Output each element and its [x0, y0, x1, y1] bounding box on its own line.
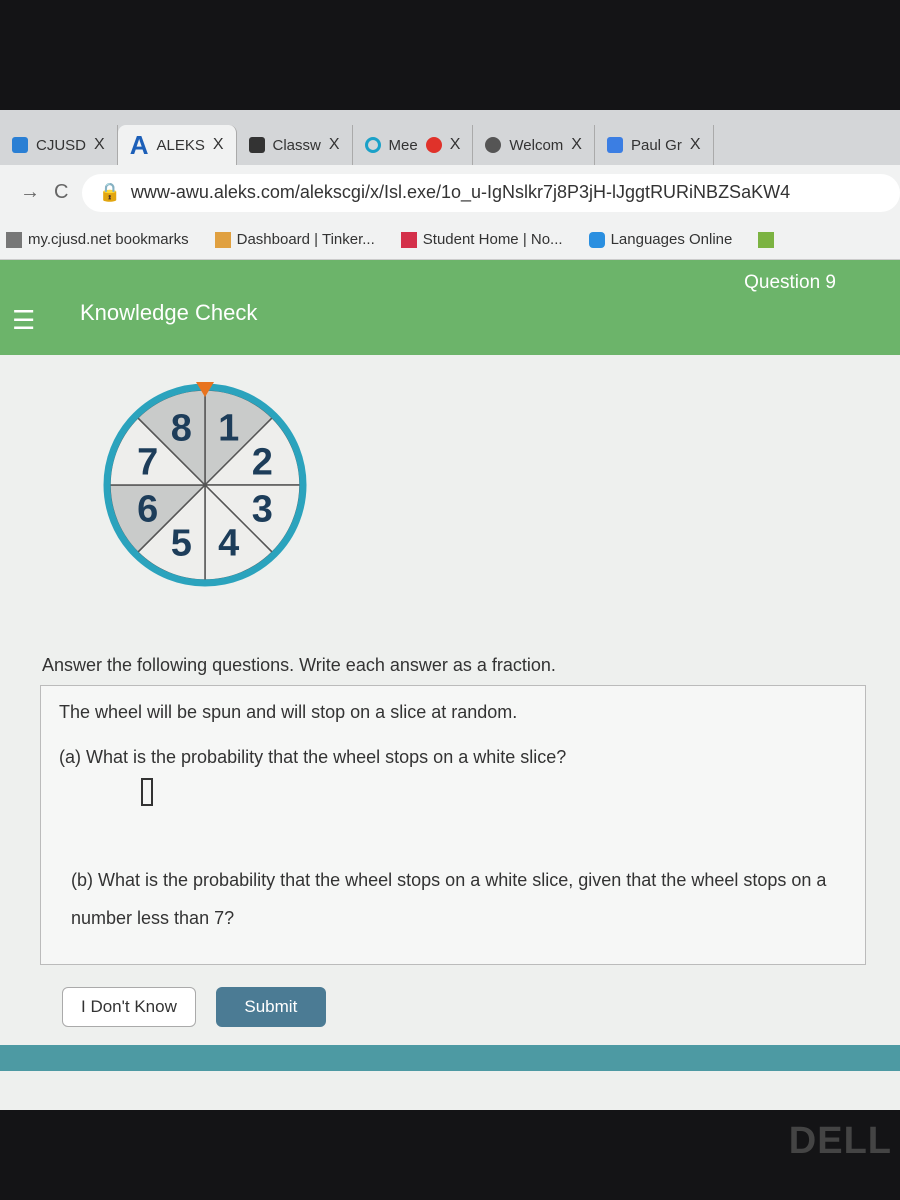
slice-number: 1 [218, 408, 239, 450]
globe-icon [485, 137, 502, 153]
close-icon[interactable]: X [213, 136, 224, 154]
duolingo-icon[interactable] [758, 231, 775, 248]
bookmark-label: my.cjusd.net bookmarks [28, 230, 189, 248]
tab-label: Mee [388, 136, 418, 154]
bookmark-label: Dashboard | Tinker... [236, 230, 375, 248]
chat-icon [588, 232, 605, 249]
docs-icon [606, 137, 623, 153]
close-icon[interactable]: X [94, 136, 105, 154]
bookmark-cjusd[interactable]: my.cjusd.net bookmarks [6, 230, 189, 249]
slice-number: 4 [218, 522, 239, 564]
tab-label: ALEKS [156, 136, 205, 154]
part-a-text: (a) What is the probability that the whe… [59, 747, 567, 767]
close-icon[interactable]: X [571, 136, 582, 154]
aleks-header: ☰ Knowledge Check Question 9 [0, 260, 900, 355]
tab-welcome[interactable]: Welcom X [473, 125, 595, 165]
folder-icon [6, 232, 22, 249]
slice-number: 5 [171, 522, 192, 564]
n-icon [400, 232, 417, 249]
close-icon[interactable]: X [690, 136, 701, 154]
submit-button[interactable]: Submit [215, 987, 326, 1027]
content: 12 3456 78 Answer the following questions.… [0, 355, 900, 1110]
forward-icon[interactable]: → [20, 181, 40, 204]
tab-aleks[interactable]: A ALEKS X [117, 125, 237, 165]
url-text: www-awu.aleks.com/alekscgi/x/Isl.exe/1o_… [130, 182, 791, 202]
bookmark-languages[interactable]: Languages Online [588, 230, 733, 249]
menu-icon[interactable]: ☰ [12, 305, 35, 336]
classroom-icon [248, 137, 265, 153]
aleks-icon: A [129, 129, 149, 160]
bookmark-label: Languages Online [610, 230, 733, 248]
tab-label: Paul Gr [630, 136, 682, 154]
close-icon[interactable]: X [329, 136, 340, 154]
question-box: The wheel will be spun and will stop on … [40, 685, 866, 965]
part-b-text: (b) What is the probability that the whe… [71, 870, 827, 928]
bookmark-student-home[interactable]: Student Home | No... [400, 230, 563, 249]
slice-number: 3 [252, 489, 273, 531]
tab-meet[interactable]: Mee X [353, 125, 474, 165]
question-number: Question 9 [744, 272, 836, 293]
cjusd-icon [12, 137, 28, 153]
slice-number: 7 [137, 441, 158, 483]
instructions: Answer the following questions. Write ea… [42, 655, 556, 675]
footer-bar [0, 1045, 900, 1071]
tinkercad-icon [214, 232, 231, 249]
screen: CJUSD X A ALEKS X Classw X Mee X Welcom X Paul… [0, 110, 900, 1110]
page-title: Knowledge Check [80, 300, 258, 325]
bookmarks-bar: my.cjusd.net bookmarks Dashboard | Tinke… [0, 220, 900, 260]
dell-logo: DELL [788, 1120, 892, 1162]
recording-icon [425, 137, 442, 153]
slice-number: 6 [137, 489, 158, 531]
meet-icon [364, 137, 381, 153]
tab-cjusd[interactable]: CJUSD X [0, 125, 118, 165]
slice-number: 2 [252, 441, 273, 483]
url-field[interactable]: 🔒 www-awu.aleks.com/alekscgi/x/Isl.exe/1o… [82, 173, 900, 212]
tab-label: CJUSD [36, 136, 87, 154]
tab-label: Welcom [509, 136, 564, 154]
dont-know-button[interactable]: I Don't Know [62, 987, 196, 1027]
slice-number: 8 [171, 408, 192, 450]
tab-classwork[interactable]: Classw X [237, 125, 353, 165]
lock-icon: 🔒 [98, 182, 121, 202]
reload-icon[interactable]: C [54, 181, 68, 204]
address-bar-row: → C 🔒 www-awu.aleks.com/alekscgi/x/Isl.ex… [0, 165, 900, 220]
bookmark-tinkercad[interactable]: Dashboard | Tinker... [214, 230, 375, 249]
tab-paul[interactable]: Paul Gr X [595, 125, 714, 165]
answer-a-input[interactable] [141, 778, 153, 806]
tab-strip: CJUSD X A ALEKS X Classw X Mee X Welcom X Paul… [0, 110, 900, 165]
intro-text: The wheel will be spun and will stop on … [59, 702, 518, 722]
tab-label: Classw [272, 136, 321, 154]
close-icon[interactable]: X [450, 136, 461, 154]
bookmark-label: Student Home | No... [422, 230, 563, 248]
spinner-wheel: 12 3456 78 [103, 382, 307, 587]
